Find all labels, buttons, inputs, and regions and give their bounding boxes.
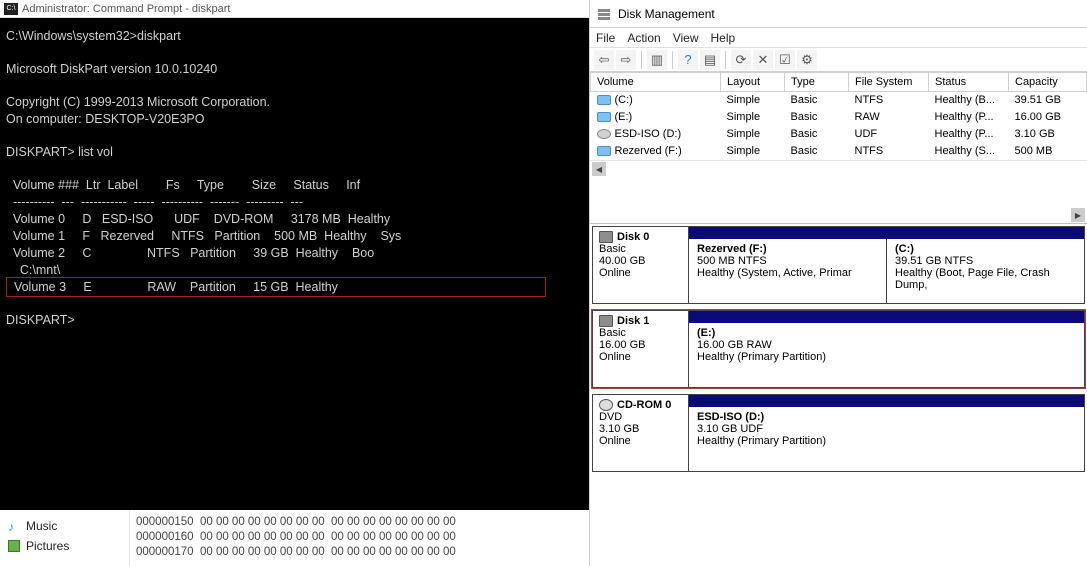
scroll-left-icon[interactable]: ◀ (592, 162, 606, 176)
forward-button[interactable]: ⇨ (616, 50, 636, 70)
menu-help[interactable]: Help (711, 31, 736, 45)
col-fs[interactable]: File System (849, 73, 929, 92)
partition-size: 3.10 GB UDF (697, 423, 1076, 435)
col-type[interactable]: Type (785, 73, 849, 92)
disk-panel[interactable]: Disk 0Basic40.00 GBOnlineRezerved (F:)50… (592, 226, 1085, 304)
volume-list-scrollarea[interactable]: ◀ ▶ (590, 160, 1087, 224)
menu-file[interactable]: File (596, 31, 615, 45)
menubar: File Action View Help (590, 28, 1087, 48)
cd-icon (597, 129, 611, 139)
action-list-icon[interactable]: ▤ (700, 50, 720, 70)
volume-row[interactable]: (C:)SimpleBasicNTFSHealthy (B...39.51 GB (591, 92, 1087, 109)
col-status[interactable]: Status (929, 73, 1009, 92)
music-icon: ♪ (8, 520, 20, 532)
partition-bar (689, 395, 1084, 407)
cmd-title: Administrator: Command Prompt - diskpart (22, 3, 230, 15)
volume-list[interactable]: Volume Layout Type File System Status Ca… (590, 72, 1087, 160)
settings-button[interactable]: ⚙ (797, 50, 817, 70)
partition-status: Healthy (Boot, Page File, Crash Dump, (895, 267, 1076, 291)
disk-icon (599, 315, 613, 327)
scroll-right-icon[interactable]: ▶ (1071, 208, 1085, 222)
nav-item-music[interactable]: ♪Music (8, 516, 121, 536)
partition[interactable]: Rezerved (F:)500 MB NTFSHealthy (System,… (689, 239, 886, 303)
partition-status: Healthy (Primary Partition) (697, 435, 1076, 447)
partition-name: Rezerved (F:) (697, 243, 878, 255)
dm-title: Disk Management (618, 7, 715, 21)
partition-name: ESD-ISO (D:) (697, 411, 1076, 423)
cd-drive-icon (599, 399, 613, 411)
disk-info: Disk 0Basic40.00 GBOnline (593, 227, 689, 303)
drive-icon (597, 112, 611, 122)
command-prompt-window: C:\ Administrator: Command Prompt - disk… (0, 0, 590, 566)
show-hide-button[interactable]: ▥ (647, 50, 667, 70)
delete-button[interactable]: ✕ (753, 50, 773, 70)
partition-bar (689, 311, 1084, 323)
cmd-titlebar[interactable]: C:\ Administrator: Command Prompt - disk… (0, 0, 589, 18)
back-button[interactable]: ⇦ (594, 50, 614, 70)
cmd-icon: C:\ (4, 3, 18, 15)
partition-name: (C:) (895, 243, 1076, 255)
disk-info: Disk 1Basic16.00 GBOnline (593, 311, 689, 387)
partition-size: 39.51 GB NTFS (895, 255, 1076, 267)
refresh-button[interactable]: ⟳ (731, 50, 751, 70)
col-capacity[interactable]: Capacity (1009, 73, 1087, 92)
partition-status: Healthy (Primary Partition) (697, 351, 1076, 363)
menu-view[interactable]: View (673, 31, 699, 45)
partition-size: 16.00 GB RAW (697, 339, 1076, 351)
disk-info: CD-ROM 0DVD3.10 GBOnline (593, 395, 689, 471)
highlighted-volume-3: Volume 3 E RAW Partition 15 GB Healthy (6, 277, 546, 297)
volume-row[interactable]: (E:)SimpleBasicRAWHealthy (P...16.00 GB (591, 109, 1087, 126)
hex-view[interactable]: 000000150 00 00 00 00 00 00 00 00 00 00 … (130, 510, 589, 566)
cmd-body[interactable]: C:\Windows\system32>diskpart Microsoft D… (0, 18, 589, 510)
dm-titlebar[interactable]: Disk Management (590, 0, 1087, 28)
menu-action[interactable]: Action (627, 31, 660, 45)
volume-row[interactable]: Rezerved (F:)SimpleBasicNTFSHealthy (S..… (591, 143, 1087, 160)
partition[interactable]: ESD-ISO (D:)3.10 GB UDFHealthy (Primary … (689, 407, 1084, 471)
properties-button[interactable]: ☑ (775, 50, 795, 70)
disk-management-window: Disk Management File Action View Help ⇦ … (590, 0, 1087, 566)
nav-item-pictures[interactable]: Pictures (8, 536, 121, 556)
disk-management-icon (596, 6, 612, 22)
col-layout[interactable]: Layout (721, 73, 785, 92)
drive-icon (597, 146, 611, 156)
partition-bar (689, 227, 1084, 239)
pictures-icon (8, 540, 20, 552)
volume-row[interactable]: ESD-ISO (D:)SimpleBasicUDFHealthy (P...3… (591, 126, 1087, 143)
col-volume[interactable]: Volume (591, 73, 721, 92)
disk-panel[interactable]: CD-ROM 0DVD3.10 GBOnlineESD-ISO (D:)3.10… (592, 394, 1085, 472)
partition[interactable]: (E:)16.00 GB RAWHealthy (Primary Partiti… (689, 323, 1084, 387)
volume-header-row: Volume Layout Type File System Status Ca… (591, 73, 1087, 92)
partition-name: (E:) (697, 327, 1076, 339)
disk-icon (599, 231, 613, 243)
disk-panel[interactable]: Disk 1Basic16.00 GBOnline(E:)16.00 GB RA… (592, 310, 1085, 388)
drive-icon (597, 95, 611, 105)
explorer-nav: ♪Music Pictures (0, 510, 130, 566)
partition[interactable]: (C:)39.51 GB NTFSHealthy (Boot, Page Fil… (886, 239, 1084, 303)
partition-status: Healthy (System, Active, Primar (697, 267, 878, 279)
disk-panels[interactable]: Disk 0Basic40.00 GBOnlineRezerved (F:)50… (590, 224, 1087, 566)
toolbar: ⇦ ⇨ ▥ ? ▤ ⟳ ✕ ☑ ⚙ (590, 48, 1087, 72)
partition-size: 500 MB NTFS (697, 255, 878, 267)
help-button[interactable]: ? (678, 50, 698, 70)
explorer-strip: ♪Music Pictures 000000150 00 00 00 00 00… (0, 510, 589, 566)
